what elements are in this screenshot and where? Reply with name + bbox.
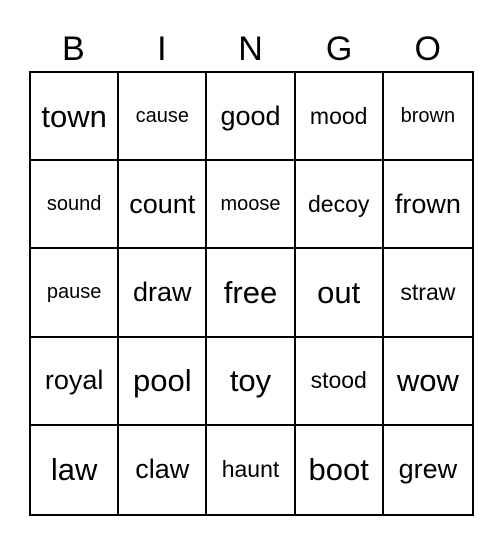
- header-letter-o: O: [414, 30, 441, 68]
- bingo-board: town cause good mood brown sound count m…: [29, 71, 474, 516]
- bingo-cell[interactable]: law: [31, 425, 120, 514]
- bingo-cell[interactable]: claw: [119, 425, 208, 514]
- bingo-cell[interactable]: out: [295, 249, 384, 338]
- header-letter-i: I: [157, 30, 167, 68]
- bingo-cell[interactable]: straw: [383, 249, 472, 338]
- bingo-cell[interactable]: wow: [383, 338, 472, 426]
- bingo-cell[interactable]: count: [119, 161, 208, 250]
- header-letter-g: G: [325, 30, 353, 68]
- bingo-cell[interactable]: grew: [384, 426, 472, 514]
- bingo-header: B I N G O: [29, 30, 472, 68]
- bingo-cell[interactable]: mood: [295, 73, 384, 162]
- bingo-cell[interactable]: free: [207, 249, 296, 338]
- bingo-cell[interactable]: pool: [119, 337, 208, 426]
- header-letter-b: B: [61, 30, 85, 68]
- bingo-cell[interactable]: frown: [383, 161, 472, 250]
- bingo-cell[interactable]: sound: [31, 161, 120, 250]
- bingo-cell[interactable]: royal: [31, 337, 120, 426]
- bingo-cell[interactable]: brown: [383, 73, 472, 162]
- header-letter-n: N: [238, 30, 263, 68]
- bingo-cell[interactable]: boot: [296, 425, 384, 514]
- bingo-cell[interactable]: toy: [207, 337, 296, 426]
- bingo-cell[interactable]: pause: [31, 249, 120, 338]
- bingo-cell[interactable]: good: [207, 73, 296, 162]
- bingo-cell[interactable]: draw: [119, 249, 208, 338]
- bingo-cell[interactable]: decoy: [295, 161, 384, 250]
- bingo-cell[interactable]: haunt: [207, 425, 296, 514]
- bingo-cell[interactable]: cause: [119, 73, 208, 162]
- bingo-cell[interactable]: moose: [207, 161, 296, 250]
- bingo-cell[interactable]: stood: [295, 337, 384, 426]
- bingo-cell[interactable]: town: [31, 73, 120, 162]
